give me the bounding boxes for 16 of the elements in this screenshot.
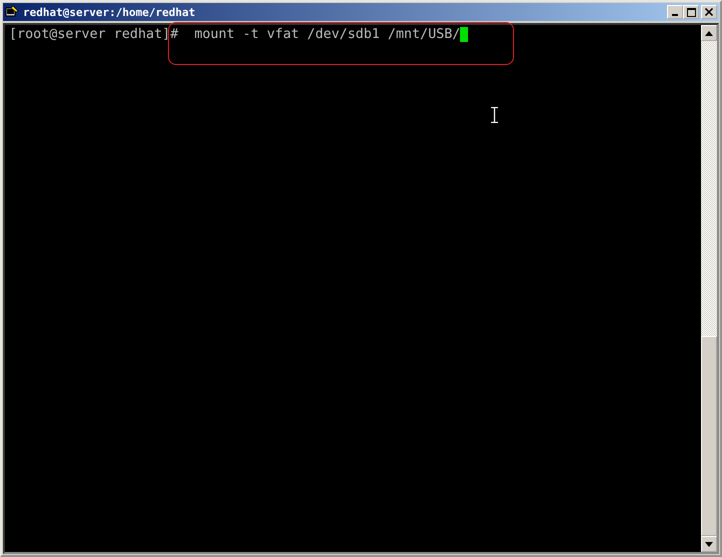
- ibeam-cursor-icon: [491, 107, 498, 123]
- scrollbar-thumb[interactable]: [701, 336, 717, 536]
- scroll-down-button[interactable]: [701, 536, 717, 552]
- maximize-icon: [686, 8, 696, 16]
- terminal-icon: [5, 5, 19, 19]
- up-arrow-icon: [705, 30, 713, 36]
- down-arrow-icon: [705, 542, 713, 546]
- command-text: mount -t vfat /dev/sdb1 /mnt/USB/: [194, 27, 460, 42]
- scrollbar[interactable]: [701, 25, 717, 552]
- scroll-up-button[interactable]: [701, 25, 717, 41]
- maximize-button[interactable]: [683, 5, 699, 19]
- window-title: redhat@server:/home/redhat: [23, 6, 196, 18]
- minimize-button[interactable]: [667, 5, 683, 19]
- close-icon: [705, 8, 713, 16]
- text-cursor: [460, 27, 468, 42]
- close-button[interactable]: [701, 5, 717, 19]
